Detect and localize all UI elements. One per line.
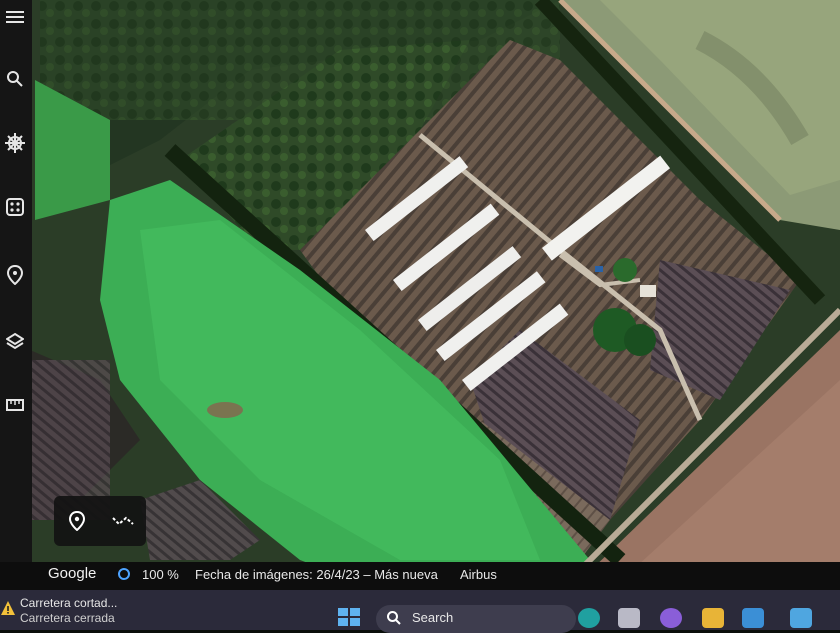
path-icon: [112, 516, 134, 526]
measure-path-button[interactable]: [106, 504, 140, 538]
warning-icon: [1, 601, 15, 615]
weather-widget[interactable]: Carretera cortad... Carretera cerrada: [0, 594, 140, 626]
zoom-circle-icon: [118, 568, 130, 580]
imagery-date: Fecha de imágenes: 26/4/23 – Más nueva: [195, 567, 438, 582]
google-logo: Google: [48, 565, 97, 582]
projects-button[interactable]: [0, 258, 30, 292]
taskbar-app-copilot-icon[interactable]: [578, 608, 600, 628]
map-status-bar: Google 100 % Fecha de imágenes: 26/4/23 …: [0, 562, 840, 590]
imagery-provider: Airbus: [460, 567, 497, 582]
layers-icon: [6, 332, 24, 350]
search-icon: [7, 71, 23, 87]
weather-title: Carretera cortad...: [20, 596, 118, 610]
layers-button[interactable]: [0, 324, 30, 358]
taskbar-app-teams-icon[interactable]: [660, 608, 682, 628]
search-icon: [387, 611, 401, 625]
measure-button[interactable]: [0, 388, 30, 422]
voyager-icon: [5, 133, 25, 153]
feeling-lucky-button[interactable]: [0, 190, 30, 224]
taskbar-app-explorer-icon[interactable]: [702, 608, 724, 628]
windows-start-icon[interactable]: [337, 607, 361, 627]
voyager-button[interactable]: [0, 126, 30, 160]
menu-icon: [6, 11, 24, 23]
place-pin-icon: [7, 265, 23, 285]
menu-button[interactable]: [0, 0, 30, 34]
taskbar-app-store-icon[interactable]: [790, 608, 812, 628]
windows-taskbar: Carretera cortad... Carretera cerrada Se…: [0, 590, 840, 633]
pegman-button[interactable]: [60, 504, 94, 538]
dice-icon: [6, 198, 24, 216]
map-tools-pod: [54, 496, 146, 546]
location-pin-icon: [69, 511, 85, 531]
weather-subtitle: Carretera cerrada: [20, 611, 115, 625]
taskbar-search[interactable]: Search: [376, 605, 576, 633]
taskbar-app-files-icon[interactable]: [618, 608, 640, 628]
taskbar-app-vscode-icon[interactable]: [742, 608, 764, 628]
zoom-level: 100 %: [142, 567, 179, 582]
search-button[interactable]: [0, 62, 30, 96]
search-label: Search: [412, 610, 454, 625]
ruler-icon: [6, 399, 24, 411]
left-toolbar: [0, 0, 32, 572]
